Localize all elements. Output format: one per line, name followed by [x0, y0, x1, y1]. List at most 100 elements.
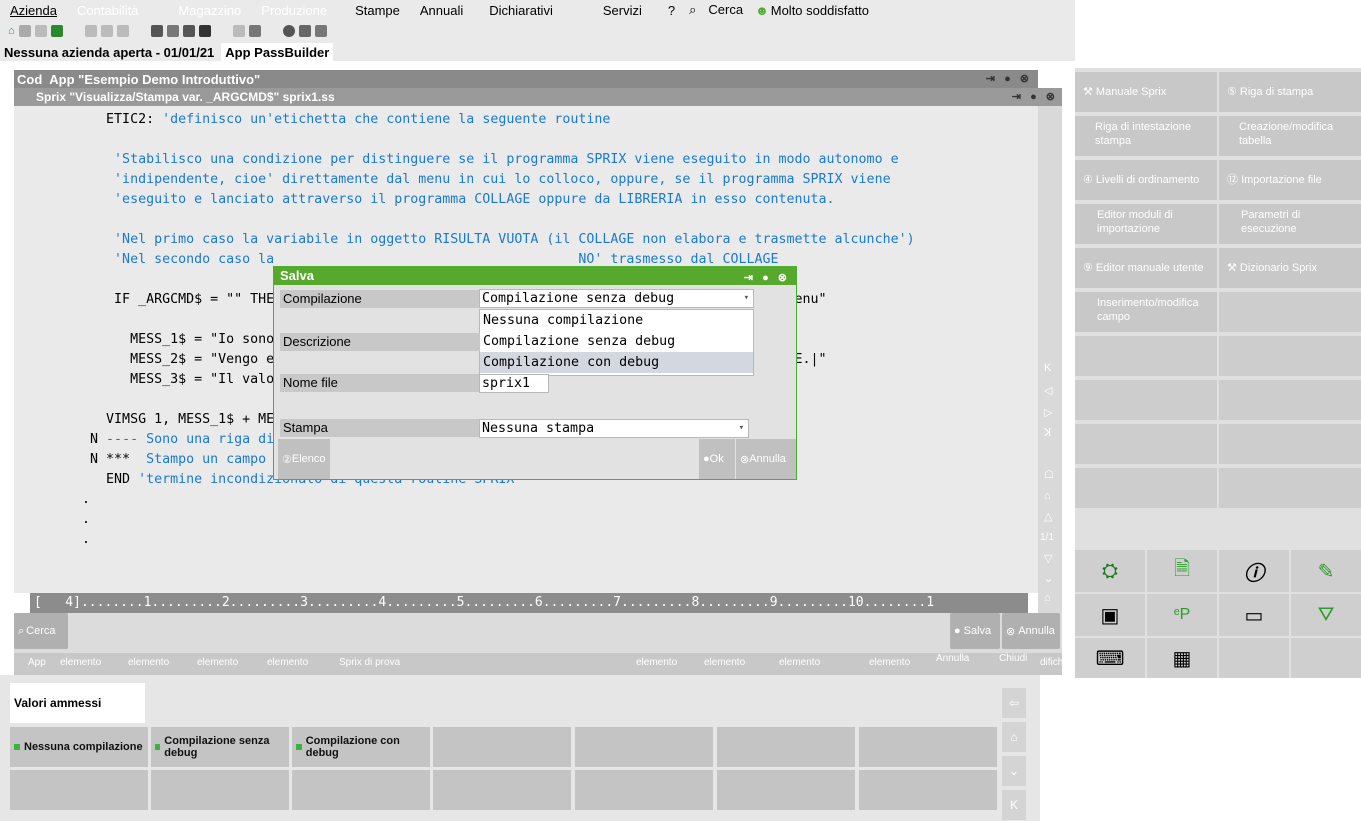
importazione-file-button[interactable]: ⑫ Importazione file: [1219, 160, 1361, 200]
top-icon[interactable]: ☖: [1044, 468, 1054, 481]
annulla-dialog-button[interactable]: ⊗ Annulla: [736, 439, 796, 479]
home-icon[interactable]: ⌂: [8, 25, 15, 37]
nome-file-input[interactable]: sprix1: [479, 374, 549, 393]
grid-icon[interactable]: [198, 24, 211, 37]
valore-empty: [575, 770, 713, 810]
background-buttonstrip: App elemento elemento elemento elemento …: [14, 653, 1069, 675]
empty-button: [1219, 638, 1289, 678]
tab-app-passbuilder[interactable]: App PassBuilder: [221, 43, 334, 61]
option-con-debug[interactable]: Compilazione con debug: [480, 352, 753, 373]
livelli-ordinamento-button[interactable]: ④ Livelli di ordinamento: [1075, 160, 1217, 200]
stampa-select[interactable]: Nessuna stampa ▾: [479, 419, 749, 438]
last-icon[interactable]: K: [1002, 790, 1026, 820]
editor-line: ETIC2: 'definisco un'etichetta che conti…: [50, 112, 610, 132]
info-icon[interactable]: ⓘ: [1219, 550, 1289, 592]
descrizione-label: Descrizione: [280, 333, 480, 351]
keyboard-icon[interactable]: ⌨: [1075, 638, 1145, 678]
inserimento-campo-button[interactable]: Inserimento/modifica campo: [1075, 292, 1217, 332]
menu-cerca[interactable]: ⌕ Cerca: [677, 2, 753, 18]
up-icon[interactable]: ⌂: [1044, 490, 1051, 502]
editor-line: 'eseguito e lanciato attraverso il progr…: [50, 192, 835, 212]
manuale-sprix-button[interactable]: ⚒ Manuale Sprix: [1075, 72, 1217, 112]
omega-icon[interactable]: [182, 24, 195, 37]
calculator-icon[interactable]: [50, 24, 63, 37]
creazione-tabella-button[interactable]: Creazione/modifica tabella: [1219, 116, 1361, 156]
calculator-icon[interactable]: ▦: [1147, 638, 1217, 678]
editor-scrollbar[interactable]: K ◁ ▷ ꓘ ☖ ⌂ △ 1/1 ▽ ⌄ ⌂: [1038, 106, 1062, 646]
prev-icon[interactable]: ⇦: [1002, 688, 1026, 718]
elenco-button[interactable]: ② Elenco: [278, 439, 330, 479]
line-code: .: [82, 532, 91, 547]
link-icon[interactable]: [166, 24, 179, 37]
window-controls[interactable]: ⇥ ● ⊗: [1012, 90, 1058, 103]
compilazione-select[interactable]: Compilazione senza debug ▾: [479, 289, 754, 308]
top-icon[interactable]: ⌂: [1002, 722, 1026, 752]
open-tabs: Nessuna azienda aperta - 01/01/21 App Pa…: [0, 41, 1075, 61]
valore-empty: [151, 770, 289, 810]
dizionario-sprix-button[interactable]: ⚒ Dizionario Sprix: [1219, 248, 1361, 288]
basket-icon[interactable]: ⛛: [1291, 594, 1361, 636]
wand-icon[interactable]: [232, 24, 245, 37]
video-icon[interactable]: ▣: [1075, 594, 1145, 636]
valore-nessuna-compilazione[interactable]: Nessuna compilazione: [10, 727, 148, 767]
tab-azienda[interactable]: Nessuna azienda aperta - 01/01/21: [0, 43, 219, 61]
salva-button[interactable]: ● Salva: [950, 613, 1000, 649]
valore-empty: [859, 770, 997, 810]
search-icon: ⌕: [689, 2, 697, 17]
stats-icon[interactable]: [248, 24, 261, 37]
record-icon[interactable]: [282, 24, 295, 37]
line-code: N ***: [90, 452, 139, 467]
ok-button[interactable]: ● Ok: [699, 439, 735, 479]
calendar-icon[interactable]: [314, 24, 327, 37]
menu-dichiarativi[interactable]: Dichiarativi: [473, 3, 563, 18]
valore-con-debug[interactable]: Compilazione con debug: [292, 727, 430, 767]
menu-annuali[interactable]: Annuali: [410, 3, 473, 18]
prev-page-icon[interactable]: ◁: [1044, 384, 1052, 397]
parametri-esecuzione-button[interactable]: Parametri di esecuzione: [1219, 204, 1361, 244]
window-controls[interactable]: ⇥ ● ⊗: [986, 72, 1032, 85]
down-icon[interactable]: ⌄: [1002, 756, 1026, 786]
strip-app: App: [28, 657, 46, 668]
bottom-icon[interactable]: ⌂: [1044, 592, 1051, 604]
editor-moduli-button[interactable]: Editor moduli di importazione: [1075, 204, 1217, 244]
menu-servizi[interactable]: Servizi: [563, 3, 652, 18]
tree-icon[interactable]: [34, 24, 47, 37]
menu-help[interactable]: ?: [652, 3, 677, 18]
annulla-button[interactable]: ⊗ Annulla: [1002, 613, 1060, 649]
last-page-icon[interactable]: ꓘ: [1044, 426, 1051, 439]
down-arrow-icon[interactable]: ▽: [1044, 552, 1052, 565]
first-page-icon[interactable]: K: [1044, 362, 1051, 374]
window-controls[interactable]: ⇥ ● ⊗: [744, 269, 790, 287]
editor-manuale-button[interactable]: ⑨ Editor manuale utente: [1075, 248, 1217, 288]
edit-list-icon[interactable]: ✎: [1291, 550, 1361, 592]
print-icon[interactable]: [150, 24, 163, 37]
menu-soddisfazione[interactable]: ☻ Molto soddisfatto: [753, 3, 879, 18]
up-arrow-icon[interactable]: △: [1044, 510, 1052, 523]
riga-stampa-button[interactable]: ⑤ Riga di stampa: [1219, 72, 1361, 112]
menu-azienda[interactable]: Azienda: [0, 3, 67, 18]
cerca-button[interactable]: ⌕ Cerca: [14, 613, 68, 649]
cut-icon[interactable]: [84, 24, 97, 37]
menu-stampe[interactable]: Stampe: [337, 3, 410, 18]
riga-intestazione-button[interactable]: Riga di intestazione stampa: [1075, 116, 1217, 156]
option-senza-debug[interactable]: Compilazione senza debug: [480, 331, 753, 352]
document-search-icon[interactable]: 🗎: [1147, 550, 1217, 592]
card-icon[interactable]: ▭: [1219, 594, 1289, 636]
next-page-icon[interactable]: ▷: [1044, 406, 1052, 419]
line-comment: 'definisco un'etichetta che contiene la …: [154, 112, 611, 127]
monitor-icon[interactable]: [298, 24, 311, 37]
save-icon: ●: [954, 625, 961, 637]
valore-senza-debug[interactable]: Compilazione senza debug: [151, 727, 289, 767]
toolbar: ⌂: [0, 20, 1075, 41]
window-icon[interactable]: [18, 24, 31, 37]
option-nessuna-compilazione[interactable]: Nessuna compilazione: [480, 310, 753, 331]
ep-lock-icon[interactable]: ᵉP: [1147, 594, 1217, 636]
green-marker-icon: [155, 744, 161, 750]
copy-icon[interactable]: [100, 24, 113, 37]
down-icon[interactable]: ⌄: [1044, 572, 1053, 585]
strip-modifiche: difiche: [1040, 657, 1069, 668]
chart-icon[interactable]: ⛭: [1075, 550, 1145, 592]
paste-icon[interactable]: [116, 24, 129, 37]
